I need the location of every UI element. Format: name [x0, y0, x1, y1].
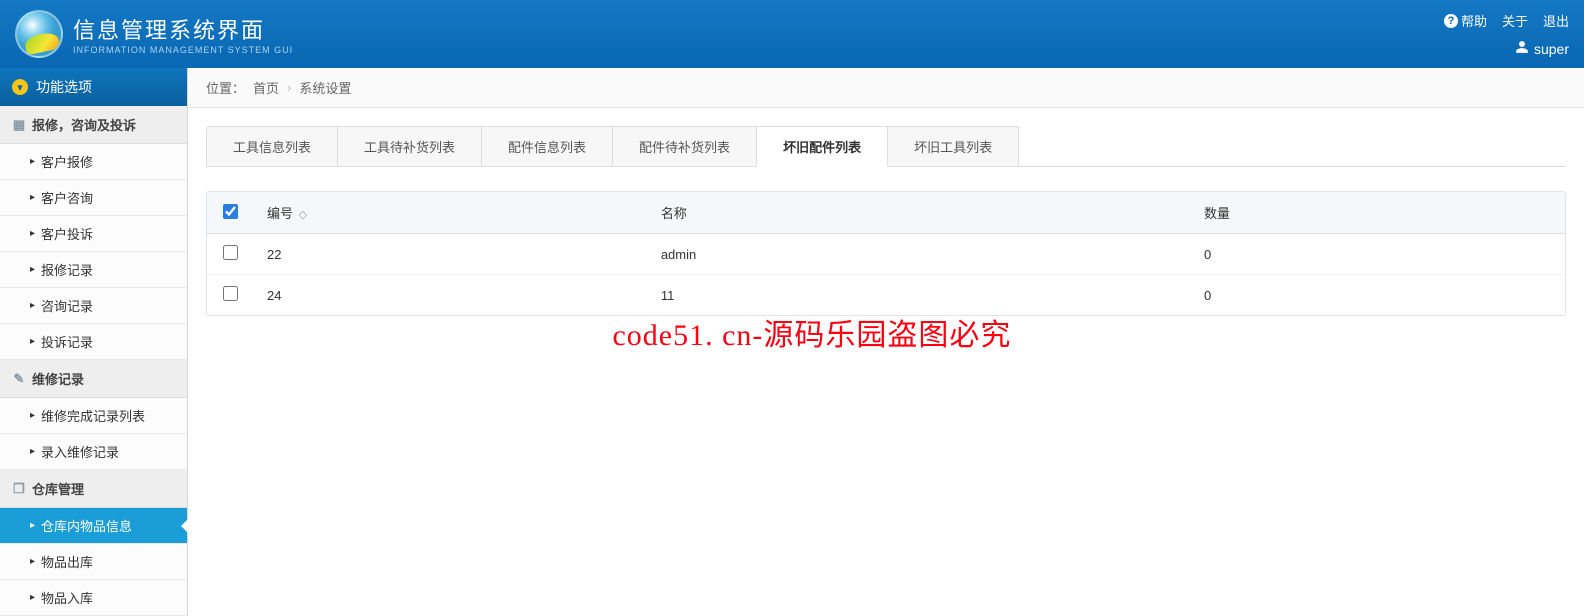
sidebar-item-label: 客户咨询 [41, 188, 93, 207]
cell-check [207, 275, 253, 316]
breadcrumb-current[interactable]: 系统设置 [299, 78, 351, 97]
sidebar-section-header[interactable]: ❐ 仓库管理 [0, 470, 187, 508]
user-name: super [1534, 41, 1569, 57]
top-links: ?帮助 关于 退出 [1444, 11, 1569, 30]
caret-right-icon: ▸ [30, 592, 35, 603]
sidebar-item-label: 客户报修 [41, 152, 93, 171]
caret-right-icon: ▸ [30, 520, 35, 531]
sidebar-item[interactable]: ▸ 客户咨询 [0, 180, 187, 216]
caret-right-icon: ▸ [30, 192, 35, 203]
caret-right-icon: ▸ [30, 556, 35, 567]
sidebar-item[interactable]: ▸ 报修记录 [0, 252, 187, 288]
breadcrumb-sep: › [287, 80, 291, 95]
function-header[interactable]: ▾ 功能选项 [0, 68, 187, 106]
section-icon: ❐ [12, 482, 26, 496]
table-row: 22admin0 [207, 234, 1565, 275]
caret-right-icon: ▸ [30, 446, 35, 457]
section-title: 仓库管理 [32, 479, 84, 498]
sidebar-item[interactable]: ▸ 物品出库 [0, 544, 187, 580]
section-title: 维修记录 [32, 369, 84, 388]
breadcrumb-home[interactable]: 首页 [253, 78, 279, 97]
cell-check [207, 234, 253, 275]
table-row: 24110 [207, 275, 1565, 316]
sidebar-item-label: 客户投诉 [41, 224, 93, 243]
caret-right-icon: ▸ [30, 156, 35, 167]
section-title: 报修，咨询及投诉 [32, 115, 136, 134]
row-checkbox[interactable] [223, 286, 238, 301]
sidebar-item[interactable]: ▸ 客户报修 [0, 144, 187, 180]
title-block: 信息管理系统界面 INFORMATION MANAGEMENT SYSTEM G… [73, 13, 293, 55]
sort-icon: ◇ [299, 209, 307, 221]
sidebar-item[interactable]: ▸ 投诉记录 [0, 324, 187, 360]
sidebar-item-label: 仓库内物品信息 [41, 516, 132, 535]
sidebar-item[interactable]: ▸ 物品入库 [0, 580, 187, 616]
col-id-label: 编号 [267, 206, 293, 221]
col-header-name[interactable]: 名称 [647, 192, 1190, 234]
caret-right-icon: ▸ [30, 228, 35, 239]
main-area: 工具信息列表工具待补货列表配件信息列表配件待补货列表坏旧配件列表坏旧工具列表 编… [188, 108, 1584, 334]
sidebar-item[interactable]: ▸ 仓库内物品信息 [0, 508, 187, 544]
sidebar-item[interactable]: ▸ 录入维修记录 [0, 434, 187, 470]
caret-right-icon: ▸ [30, 410, 35, 421]
cell-qty: 0 [1190, 234, 1565, 275]
sidebar: ▾ 功能选项 ▦ 报修，咨询及投诉 ▸ 客户报修 ▸ 客户咨询 ▸ 客户投诉 ▸ 报修记录 ▸ 咨询记… [0, 68, 188, 616]
logo-icon [15, 10, 63, 58]
about-link[interactable]: 关于 [1502, 11, 1528, 30]
col-header-qty[interactable]: 数量 [1190, 192, 1565, 234]
logo-area: 信息管理系统界面 INFORMATION MANAGEMENT SYSTEM G… [15, 10, 293, 58]
tab[interactable]: 配件待补货列表 [612, 126, 757, 166]
sidebar-item-label: 咨询记录 [41, 296, 93, 315]
cell-id: 22 [253, 234, 647, 275]
body-wrap: ▾ 功能选项 ▦ 报修，咨询及投诉 ▸ 客户报修 ▸ 客户咨询 ▸ 客户投诉 ▸ 报修记录 ▸ 咨询记… [0, 68, 1584, 616]
tab[interactable]: 配件信息列表 [481, 126, 613, 166]
chevron-down-icon: ▾ [12, 79, 28, 95]
select-all-checkbox[interactable] [223, 204, 238, 219]
cell-qty: 0 [1190, 275, 1565, 316]
caret-right-icon: ▸ [30, 300, 35, 311]
help-icon: ? [1444, 14, 1458, 28]
sidebar-item[interactable]: ▸ 维修完成记录列表 [0, 398, 187, 434]
sidebar-item-label: 物品出库 [41, 552, 93, 571]
cell-name: 11 [647, 275, 1190, 316]
content: 位置： 首页 › 系统设置 工具信息列表工具待补货列表配件信息列表配件待补货列表… [188, 68, 1584, 616]
sidebar-item-label: 投诉记录 [41, 332, 93, 351]
col-header-check [207, 192, 253, 234]
help-label: 帮助 [1461, 11, 1487, 30]
caret-right-icon: ▸ [30, 336, 35, 347]
col-header-id[interactable]: 编号 ◇ [253, 192, 647, 234]
sidebar-section-header[interactable]: ✎ 维修记录 [0, 360, 187, 398]
sidebar-item-label: 物品入库 [41, 588, 93, 607]
tab[interactable]: 坏旧工具列表 [887, 126, 1019, 166]
tab[interactable]: 工具待补货列表 [337, 126, 482, 166]
cell-id: 24 [253, 275, 647, 316]
sidebar-item-label: 维修完成记录列表 [41, 406, 145, 425]
app-title: 信息管理系统界面 [73, 13, 293, 45]
sidebar-item[interactable]: ▸ 咨询记录 [0, 288, 187, 324]
sidebar-section-header[interactable]: ▦ 报修，咨询及投诉 [0, 106, 187, 144]
cell-name: admin [647, 234, 1190, 275]
app-subtitle: INFORMATION MANAGEMENT SYSTEM GUI [73, 45, 293, 55]
tab[interactable]: 坏旧配件列表 [756, 126, 888, 167]
section-icon: ▦ [12, 118, 26, 132]
caret-right-icon: ▸ [30, 264, 35, 275]
app-header: 信息管理系统界面 INFORMATION MANAGEMENT SYSTEM G… [0, 0, 1584, 68]
breadcrumb-label: 位置： [206, 78, 245, 97]
tabs: 工具信息列表工具待补货列表配件信息列表配件待补货列表坏旧配件列表坏旧工具列表 [206, 126, 1566, 167]
table-wrap: 编号 ◇ 名称 数量 22admin024110 [206, 191, 1566, 316]
row-checkbox[interactable] [223, 245, 238, 260]
breadcrumb: 位置： 首页 › 系统设置 [188, 68, 1584, 108]
function-header-label: 功能选项 [36, 77, 92, 97]
user-icon [1515, 40, 1529, 57]
data-table: 编号 ◇ 名称 数量 22admin024110 [207, 192, 1565, 315]
tab[interactable]: 工具信息列表 [206, 126, 338, 166]
section-icon: ✎ [12, 372, 26, 386]
sidebar-item[interactable]: ▸ 客户投诉 [0, 216, 187, 252]
user-link[interactable]: super [1515, 40, 1569, 57]
header-right: ?帮助 关于 退出 super [1444, 0, 1569, 68]
logout-link[interactable]: 退出 [1543, 11, 1569, 30]
help-link[interactable]: ?帮助 [1444, 11, 1487, 30]
sidebar-item-label: 报修记录 [41, 260, 93, 279]
sidebar-item-label: 录入维修记录 [41, 442, 119, 461]
